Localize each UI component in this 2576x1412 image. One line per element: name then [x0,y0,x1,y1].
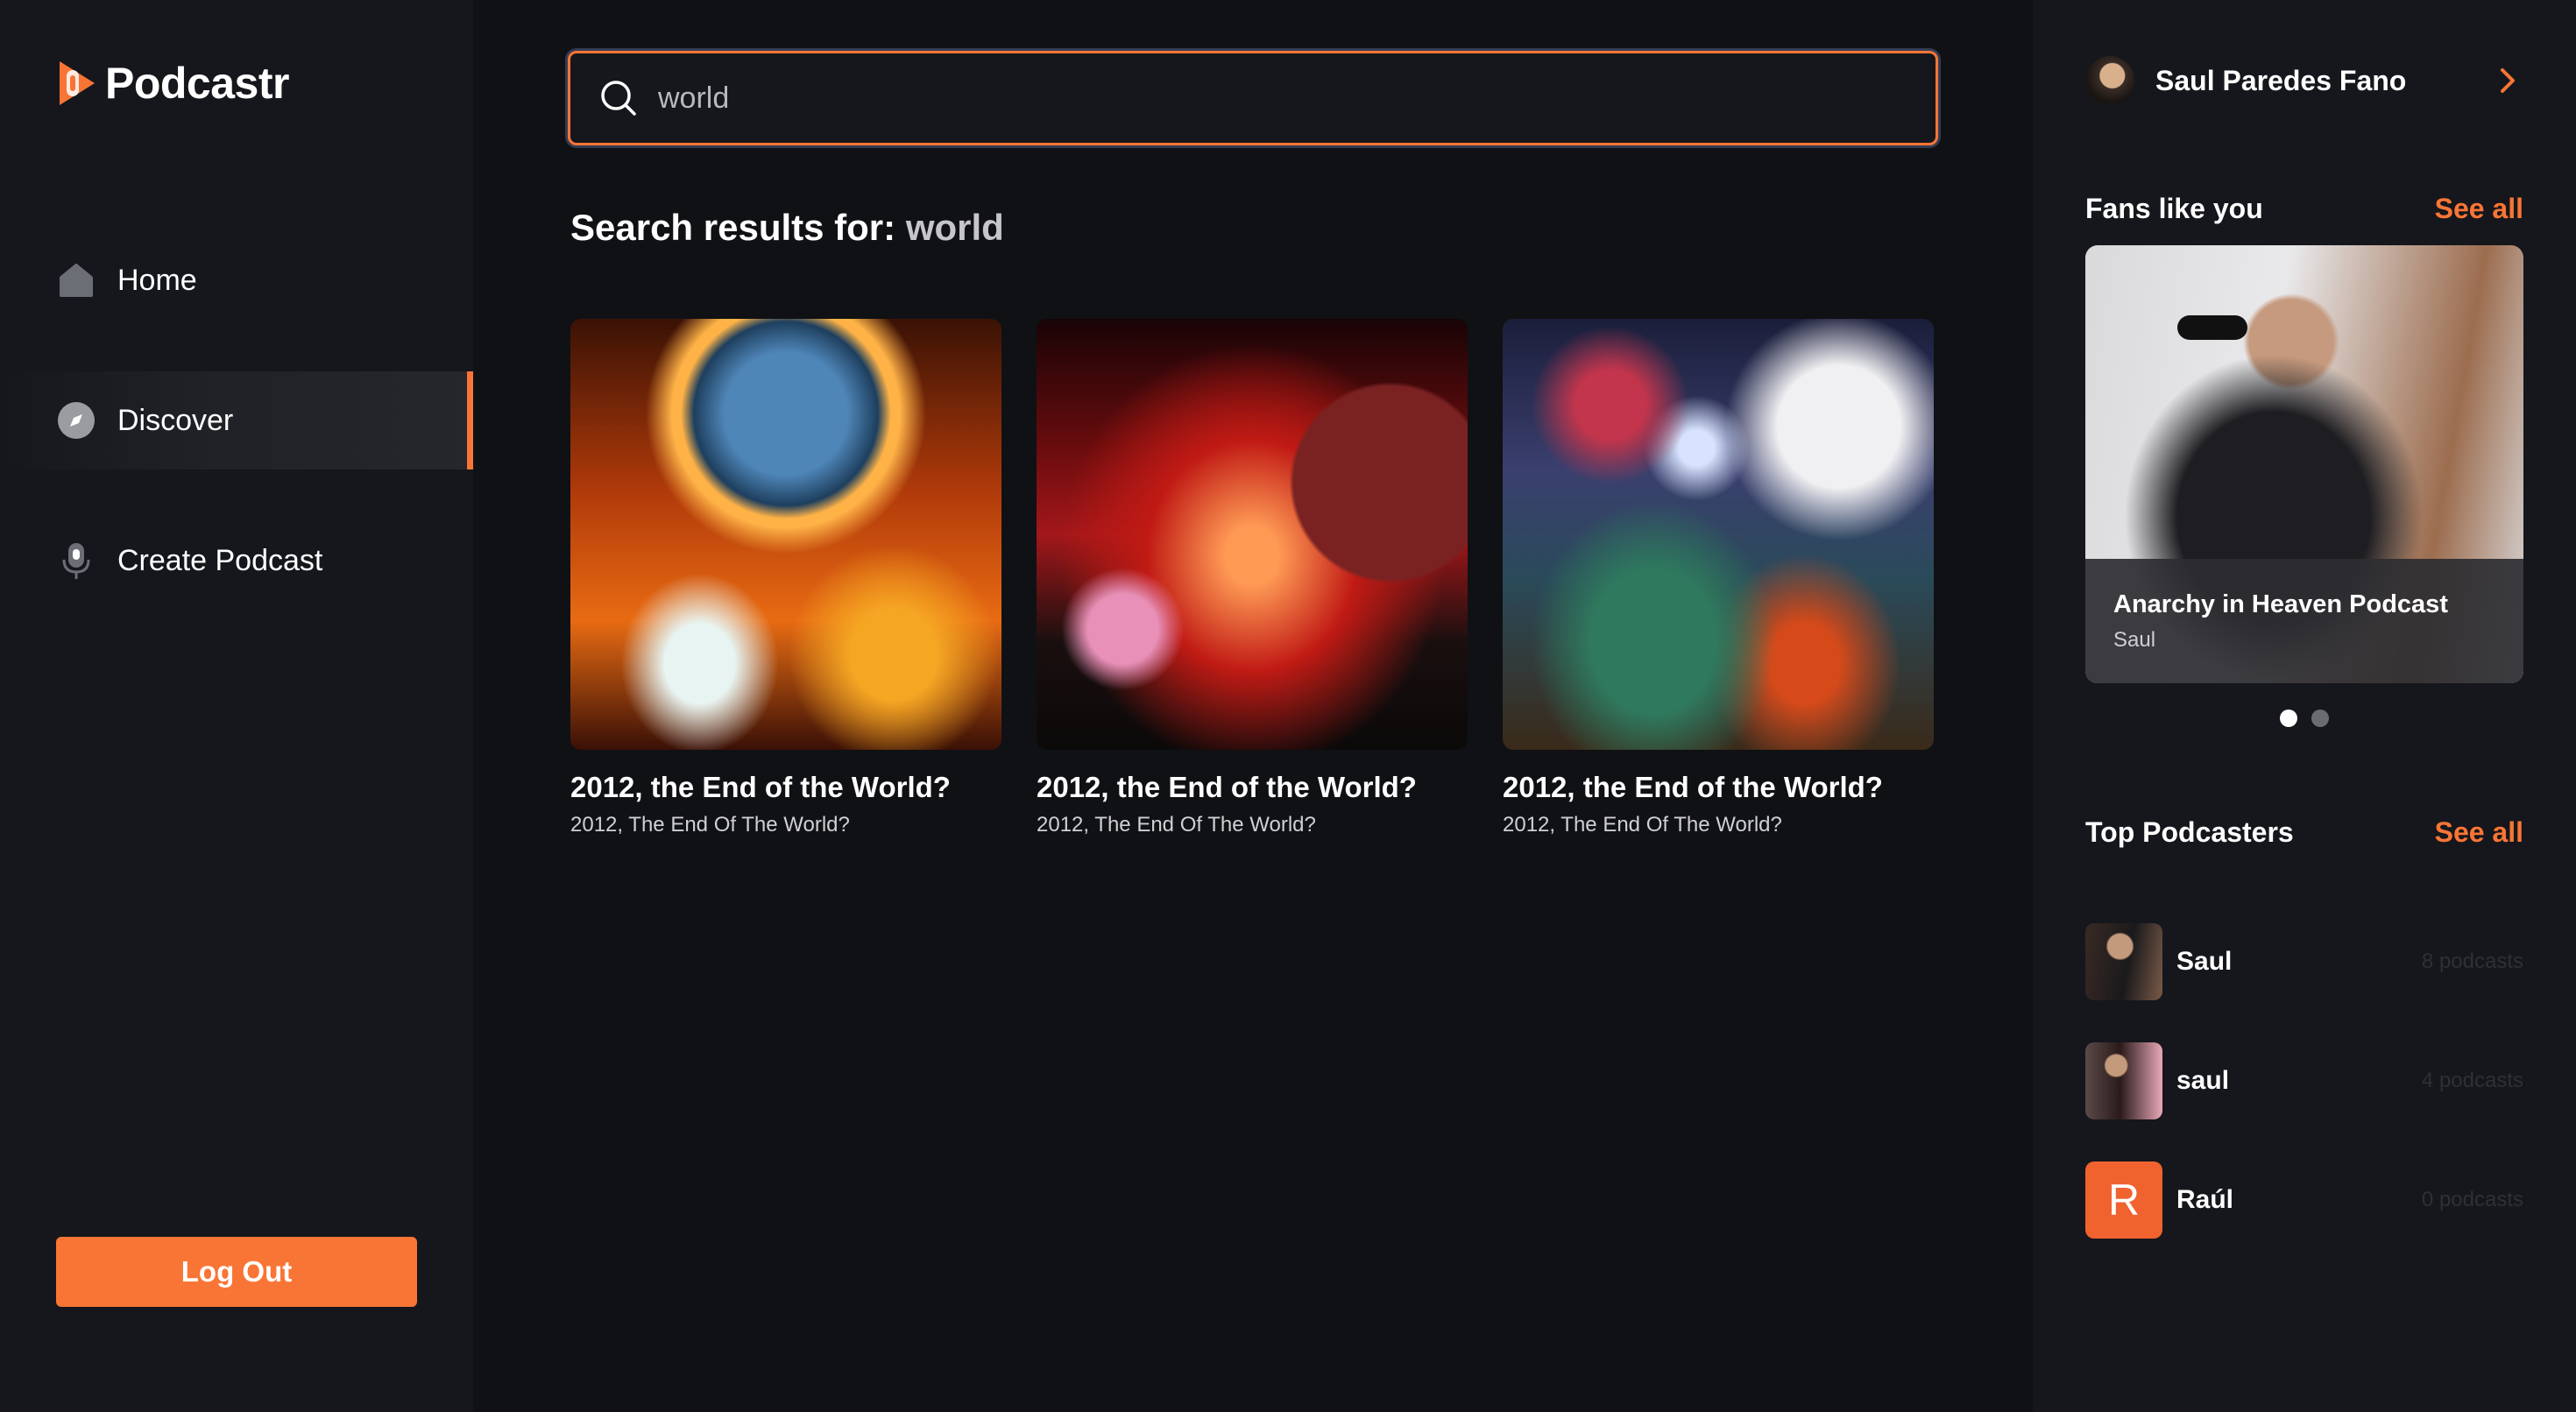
results-title: Search results for: world [570,207,1004,249]
user-name: Saul Paredes Fano [2155,64,2407,96]
podcaster-count: 0 podcasts [2421,1188,2523,1211]
logout-button[interactable]: Log Out [56,1237,417,1307]
podcaster-name: Raúl [2176,1185,2234,1214]
results-title-prefix: Search results for: [570,207,896,248]
podcaster-count: 4 podcasts [2421,1069,2523,1092]
podcast-card-subtitle: 2012, The End Of The World? [1037,813,1316,837]
podcast-card-subtitle: 2012, The End Of The World? [570,813,850,837]
carousel-dot-1[interactable] [2280,710,2297,727]
nav-label-create-podcast: Create Podcast [117,543,323,577]
home-icon [56,260,96,300]
top-podcasters-see-all-link[interactable]: See all [2435,816,2523,849]
compass-icon [56,400,96,441]
podcaster-avatar-initial: R [2085,1161,2162,1239]
user-avatar [2085,56,2134,105]
results-grid: 2012, the End of the World? 2012, The En… [570,319,1934,837]
podcast-card[interactable]: 2012, the End of the World? 2012, The En… [1037,319,1468,837]
microphone-icon [56,540,96,581]
podcast-card-subtitle: 2012, The End Of The World? [1503,813,1782,837]
podcast-card-title: 2012, the End of the World? [1037,771,1417,803]
fan-podcast-card[interactable]: Anarchy in Heaven Podcast Saul [2085,245,2523,683]
podcast-card-title: 2012, the End of the World? [570,771,951,803]
podcast-card[interactable]: 2012, the End of the World? 2012, The En… [1503,319,1934,837]
user-profile-link[interactable]: Saul Paredes Fano [2085,54,2523,107]
search-icon [601,81,636,116]
podcast-cover-image[interactable] [570,319,1001,750]
top-podcasters-title: Top Podcasters [2085,816,2294,848]
carousel-dot-2[interactable] [2311,710,2329,727]
search-box[interactable] [568,51,1938,145]
fan-card-title: Anarchy in Heaven Podcast [2113,590,2448,618]
right-sidebar: Saul Paredes Fano Fans like you See all … [2033,0,2576,1412]
podcaster-count: 8 podcasts [2421,950,2523,973]
top-podcasters-header: Top Podcasters See all [2085,816,2523,849]
podcast-card-title: 2012, the End of the World? [1503,771,1883,803]
podcaster-name: saul [2176,1066,2230,1095]
fans-see-all-link[interactable]: See all [2435,193,2523,225]
podcast-card[interactable]: 2012, the End of the World? 2012, The En… [570,319,1001,837]
fan-card-overlay: Anarchy in Heaven Podcast Saul [2085,559,2523,683]
podcaster-name: Saul [2176,947,2233,976]
fans-title: Fans like you [2085,193,2263,224]
logo-text: Podcastr [105,59,289,108]
podcast-cover-image[interactable] [1037,319,1468,750]
left-sidebar: Podcastr Home Discover Create Podcast Lo… [0,0,473,1412]
top-podcasters-list: Saul 8 podcasts saul 4 podcasts R Raúl 0… [2085,923,2523,1281]
podcast-cover-image[interactable] [1503,319,1934,750]
nav-item-home[interactable]: Home [0,231,473,329]
podcaster-avatar [2085,923,2162,1000]
chevron-right-icon[interactable] [2492,65,2523,96]
app-root: Podcastr Home Discover Create Podcast Lo… [0,0,2576,1412]
fans-header: Fans like you See all [2085,193,2523,225]
nav-label-discover: Discover [117,403,234,437]
podcaster-avatar [2085,1042,2162,1119]
logo[interactable]: Podcastr [54,58,289,109]
podcaster-item[interactable]: saul 4 podcasts [2085,1042,2523,1119]
podcaster-item[interactable]: Saul 8 podcasts [2085,923,2523,1000]
carousel-dots [2085,710,2523,727]
main-nav: Home Discover Create Podcast [0,231,473,652]
nav-item-create-podcast[interactable]: Create Podcast [0,512,473,610]
fan-card-image [2177,315,2247,340]
podcastr-logo-icon [60,61,95,105]
nav-item-discover[interactable]: Discover [0,371,473,469]
results-query: world [905,207,1004,248]
search-input[interactable] [658,72,1885,124]
fan-card-author: Saul [2113,628,2156,652]
podcaster-item[interactable]: R Raúl 0 podcasts [2085,1161,2523,1239]
nav-label-home: Home [117,263,197,297]
main-content: Search results for: world 2012, the End … [473,0,2033,1412]
